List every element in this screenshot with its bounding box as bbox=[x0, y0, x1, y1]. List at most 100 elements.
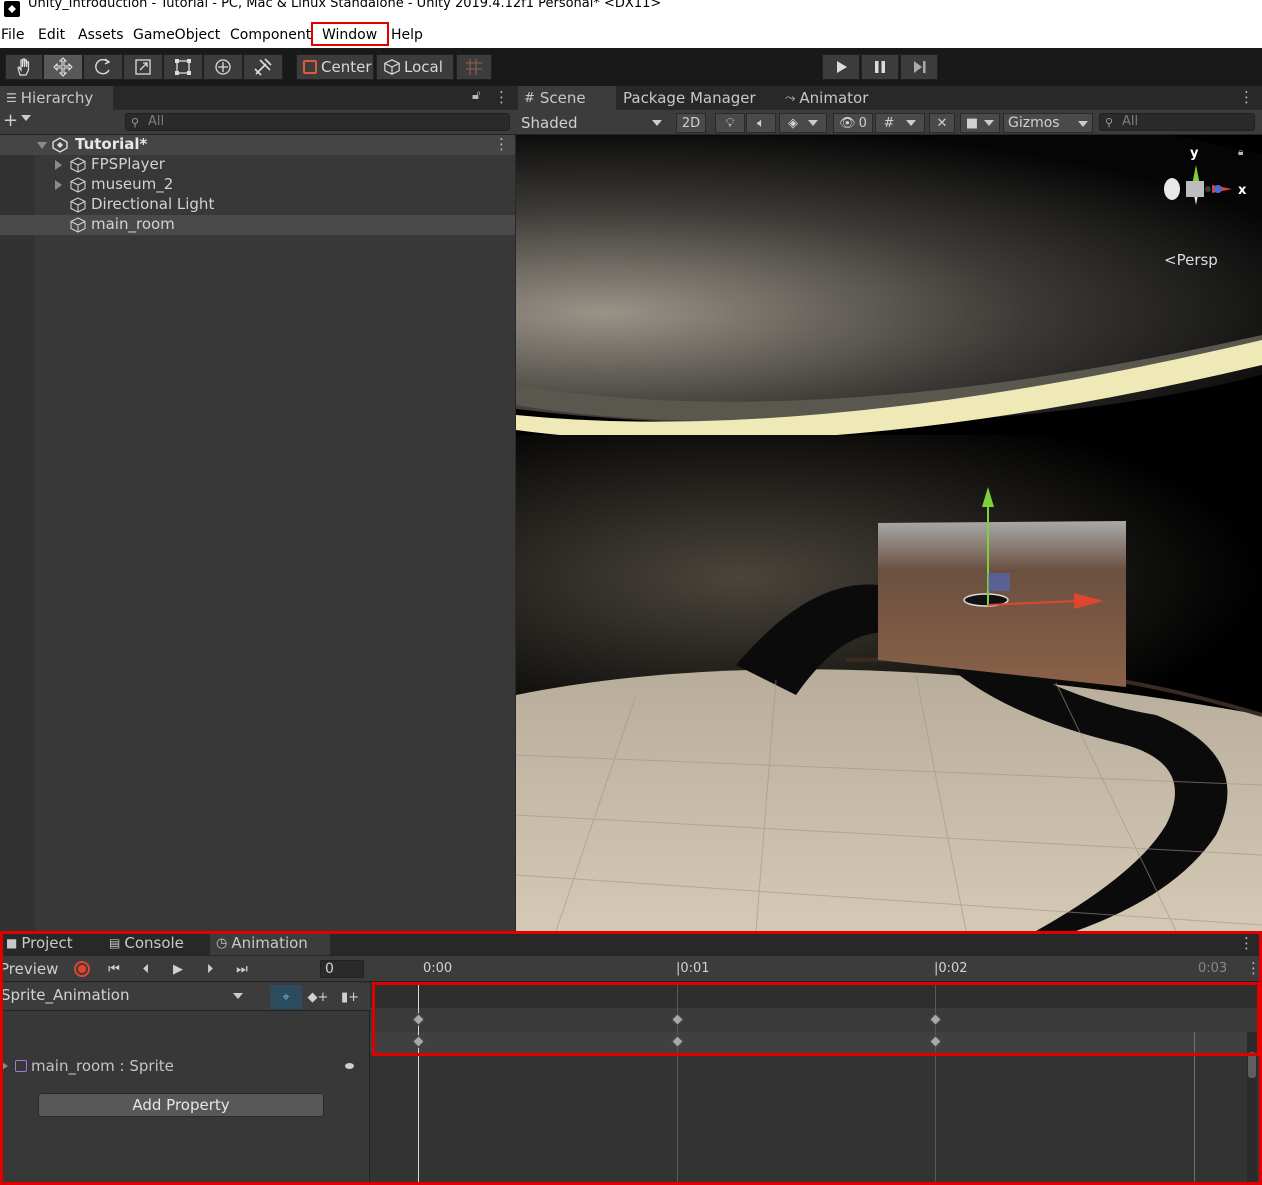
play-button[interactable] bbox=[822, 54, 860, 80]
shading-mode-dropdown[interactable]: Shaded bbox=[515, 113, 666, 133]
menu-assets[interactable]: Assets bbox=[78, 27, 124, 43]
grid-toggle-dropdown[interactable]: # bbox=[875, 113, 925, 133]
expand-arrow-icon[interactable] bbox=[55, 160, 62, 170]
tick-label: 0:03 bbox=[1198, 961, 1228, 976]
play-animation-button[interactable]: ▶ bbox=[162, 958, 194, 980]
filter-selected-button[interactable]: ⌖ bbox=[270, 985, 302, 1009]
create-plus-icon[interactable]: + bbox=[3, 110, 18, 131]
property-keyframe-row[interactable] bbox=[370, 1032, 1262, 1054]
record-icon bbox=[74, 961, 90, 977]
rect-tool-button[interactable] bbox=[163, 54, 203, 80]
orientation-gizmo[interactable]: y x 🔒︎ <Persp bbox=[1156, 145, 1246, 275]
tab-animator[interactable]: ⤳ Animator bbox=[779, 86, 874, 110]
hierarchy-panel: ☰ Hierarchy 🔓︎ ⋮ + ⚲ All Tutorial* ⋮ FPS… bbox=[0, 86, 515, 931]
scene-search-input[interactable]: ⚲ All bbox=[1099, 113, 1255, 131]
frame-value: 0 bbox=[325, 961, 334, 977]
console-icon: ▤ bbox=[109, 936, 121, 950]
grid-snap-button[interactable] bbox=[456, 54, 492, 80]
pivot-local-button[interactable]: Local bbox=[376, 54, 454, 80]
tab-console[interactable]: ▤ Console bbox=[103, 931, 190, 955]
frame-input[interactable]: 0 bbox=[320, 960, 364, 978]
pause-button[interactable] bbox=[861, 54, 899, 80]
timeline-kebab-icon[interactable]: ⋮ bbox=[1246, 959, 1261, 977]
menu-file[interactable]: File bbox=[1, 27, 24, 43]
camera-dropdown[interactable]: ■ bbox=[960, 113, 1000, 133]
scrollbar-thumb[interactable] bbox=[1248, 1052, 1256, 1078]
next-keyframe-button[interactable]: ⏵ bbox=[194, 958, 226, 980]
scene-viewport[interactable]: y x 🔒︎ <Persp bbox=[516, 135, 1262, 931]
lighting-toggle-button[interactable]: 💡︎ bbox=[715, 113, 745, 133]
bottom-tab-bar: ■ Project ▤ Console ◷ Animation ⋮ bbox=[0, 931, 1262, 956]
hierarchy-item[interactable]: museum_2 bbox=[0, 175, 515, 195]
expand-arrow-icon[interactable] bbox=[37, 142, 47, 149]
add-event-button[interactable]: ▮+ bbox=[334, 985, 366, 1009]
add-keyframe-button[interactable]: ◆+ bbox=[302, 985, 334, 1009]
hierarchy-item[interactable]: Directional Light bbox=[0, 195, 515, 215]
tab-project[interactable]: ■ Project bbox=[0, 931, 79, 955]
tools-toggle-button[interactable]: ✕ bbox=[929, 113, 955, 133]
hand-tool-button[interactable] bbox=[5, 54, 43, 80]
clip-dropdown[interactable]: Sprite_Animation bbox=[0, 986, 250, 1008]
scene-kebab-icon[interactable]: ⋮ bbox=[1239, 88, 1254, 106]
hierarchy-item-selected[interactable]: main_room bbox=[0, 215, 515, 235]
hidden-objects-toggle[interactable]: 👁︎ 0 bbox=[833, 113, 873, 133]
first-keyframe-button[interactable]: ⏮ bbox=[98, 958, 130, 980]
scene-root-row[interactable]: Tutorial* ⋮ bbox=[0, 135, 515, 155]
previous-keyframe-button[interactable]: ⏴ bbox=[130, 958, 162, 980]
scene-menu-icon[interactable]: ⋮ bbox=[494, 135, 509, 153]
add-property-button[interactable]: Add Property bbox=[38, 1093, 324, 1117]
animation-controls-row: Preview ⏮ ⏴ ▶ ⏵ ⏭ 0 bbox=[0, 956, 370, 982]
tab-package-manager[interactable]: Package Manager bbox=[617, 86, 762, 110]
expand-arrow-icon[interactable] bbox=[55, 180, 62, 190]
gizmo-lock-icon[interactable]: 🔒︎ bbox=[1238, 147, 1243, 158]
toggle-2d-button[interactable]: 2D bbox=[676, 113, 706, 133]
property-row[interactable]: main_room : Sprite bbox=[0, 1055, 370, 1079]
menu-gameobject[interactable]: GameObject bbox=[133, 27, 220, 43]
gizmos-dropdown[interactable]: Gizmos bbox=[1003, 113, 1093, 133]
rotate-tool-button[interactable] bbox=[83, 54, 123, 80]
timeline-ruler[interactable]: 0:00 |0:01 |0:02 0:03 ⋮ bbox=[370, 956, 1262, 982]
record-button[interactable] bbox=[66, 958, 98, 980]
property-options-icon[interactable] bbox=[345, 1063, 354, 1069]
unity-logo-icon bbox=[4, 1, 20, 17]
timeline-scrollbar[interactable] bbox=[1247, 1032, 1257, 1185]
audio-toggle-button[interactable]: 🔈︎ bbox=[746, 113, 776, 133]
summary-keyframe-row[interactable] bbox=[370, 1008, 1262, 1032]
expand-arrow-icon[interactable] bbox=[2, 1062, 8, 1070]
transform-tool-button[interactable] bbox=[203, 54, 243, 80]
kebab-menu-icon[interactable]: ⋮ bbox=[494, 88, 509, 106]
hierarchy-search-input[interactable]: ⚲ All bbox=[125, 113, 510, 131]
last-keyframe-button[interactable]: ⏭ bbox=[226, 958, 258, 980]
events-row[interactable] bbox=[370, 983, 1262, 1008]
hierarchy-item[interactable]: FPSPlayer bbox=[0, 155, 515, 175]
tab-scene[interactable]: # Scene bbox=[518, 86, 616, 110]
scale-tool-button[interactable] bbox=[123, 54, 163, 80]
lock-icon[interactable]: 🔓︎ bbox=[472, 88, 480, 103]
pivot-center-button[interactable]: Center bbox=[296, 54, 374, 80]
hierarchy-item-label: FPSPlayer bbox=[91, 155, 165, 173]
camera-icon: ■ bbox=[965, 115, 979, 131]
custom-tool-button[interactable] bbox=[243, 54, 283, 80]
create-dropdown-icon[interactable] bbox=[21, 115, 31, 121]
projection-toggle[interactable]: <Persp bbox=[1164, 251, 1218, 269]
axis-gizmo-icon bbox=[1164, 165, 1232, 205]
add-event-icon: ▮+ bbox=[340, 989, 360, 1005]
grid-icon: # bbox=[883, 115, 895, 131]
tab-animation[interactable]: ◷ Animation bbox=[210, 931, 330, 955]
move-tool-button[interactable] bbox=[43, 54, 83, 80]
effects-dropdown[interactable]: ◈ bbox=[779, 113, 827, 133]
perspective-icon: < bbox=[1164, 251, 1177, 269]
preview-toggle[interactable]: Preview bbox=[0, 958, 64, 980]
pivot-local-label: Local bbox=[404, 58, 443, 76]
menu-component[interactable]: Component bbox=[230, 27, 311, 43]
menu-edit[interactable]: Edit bbox=[38, 27, 65, 43]
rect-icon bbox=[175, 59, 191, 75]
step-button[interactable] bbox=[900, 54, 938, 80]
menu-help[interactable]: Help bbox=[391, 27, 423, 43]
pivot-center-icon bbox=[303, 60, 317, 74]
bottom-kebab-icon[interactable]: ⋮ bbox=[1239, 934, 1254, 952]
animation-timeline[interactable]: 0:00 |0:01 |0:02 0:03 ⋮ bbox=[370, 956, 1262, 1185]
animation-tab-label: Animation bbox=[231, 934, 308, 952]
tab-hierarchy[interactable]: ☰ Hierarchy bbox=[0, 86, 113, 110]
package-manager-tab-label: Package Manager bbox=[623, 89, 756, 107]
